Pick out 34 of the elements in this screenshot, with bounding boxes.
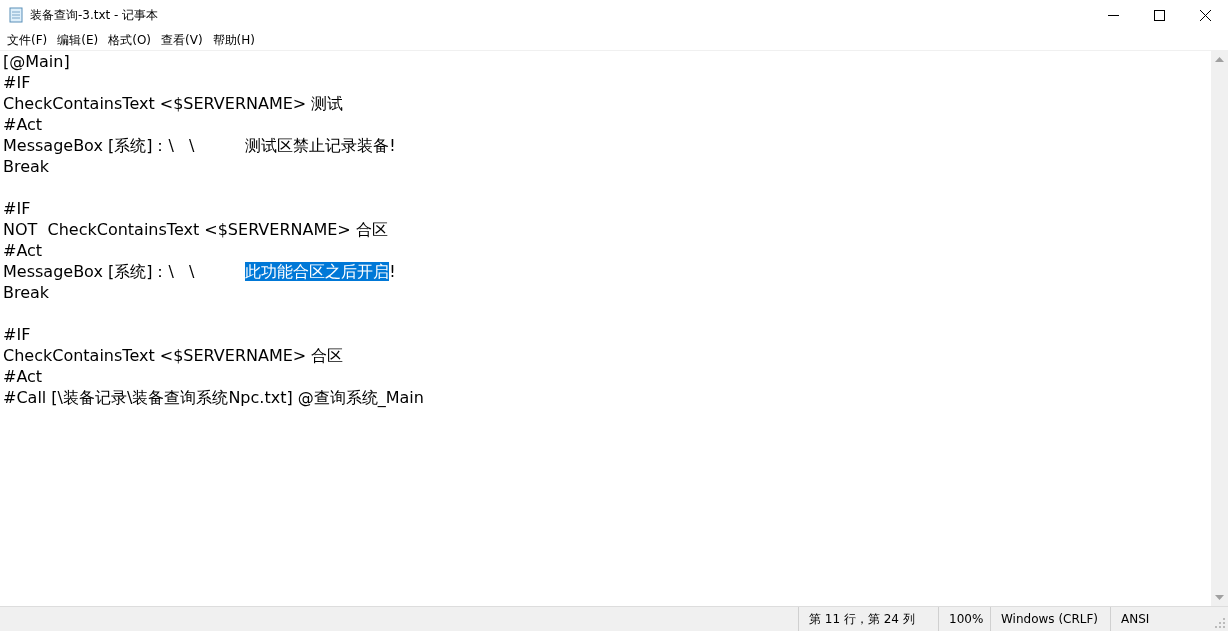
text-line: #Call [\装备记录\装备查询系统Npc.txt] @查询系统_Main	[3, 388, 424, 407]
text-line: #Act	[3, 115, 43, 134]
text-line: #IF	[3, 325, 31, 344]
text-line: MessageBox [系统]：\ \	[3, 262, 196, 281]
text-line: #IF	[3, 73, 31, 92]
menu-item[interactable]: 编辑(E)	[52, 31, 104, 49]
notepad-icon	[9, 7, 23, 23]
line-ending: Windows (CRLF)	[990, 607, 1110, 631]
menu-item[interactable]: 帮助(H)	[207, 31, 260, 49]
text-line: MessageBox [系统]：\ \ 测试区禁止记录装备!	[3, 136, 396, 155]
text-line: !	[389, 262, 396, 281]
window-title: 装备查询-3.txt - 记事本	[30, 6, 159, 24]
text-line: Break	[3, 283, 50, 302]
text-line: CheckContainsText <$SERVERNAME> 合区	[3, 346, 344, 365]
selected-text: 此功能合区之后开启	[245, 262, 390, 281]
menu-item[interactable]: 文件(F)	[2, 31, 53, 49]
scroll-up-icon[interactable]	[1215, 56, 1224, 62]
text-line: CheckContainsText <$SERVERNAME> 测试	[3, 94, 344, 113]
text-line: Break	[3, 157, 50, 176]
resize-grip-icon[interactable]	[1215, 618, 1225, 628]
vertical-scrollbar[interactable]	[1211, 51, 1228, 606]
close-icon	[1199, 9, 1211, 21]
zoom-level: 100%	[938, 607, 990, 631]
text-line: NOT CheckContainsText <$SERVERNAME> 合区	[3, 220, 388, 239]
cursor-position: 第 11 行，第 24 列	[798, 607, 938, 631]
text-line: [@Main]	[3, 52, 70, 71]
maximize-icon	[1153, 9, 1165, 21]
text-line: #Act	[3, 241, 43, 260]
encoding: ANSI	[1110, 607, 1215, 631]
scroll-down-icon[interactable]	[1215, 595, 1224, 601]
menu-item[interactable]: 格式(O)	[103, 31, 157, 49]
text-line: #IF	[3, 199, 31, 218]
menu-item[interactable]: 查看(V)	[156, 31, 208, 49]
text-line: #Act	[3, 367, 43, 386]
